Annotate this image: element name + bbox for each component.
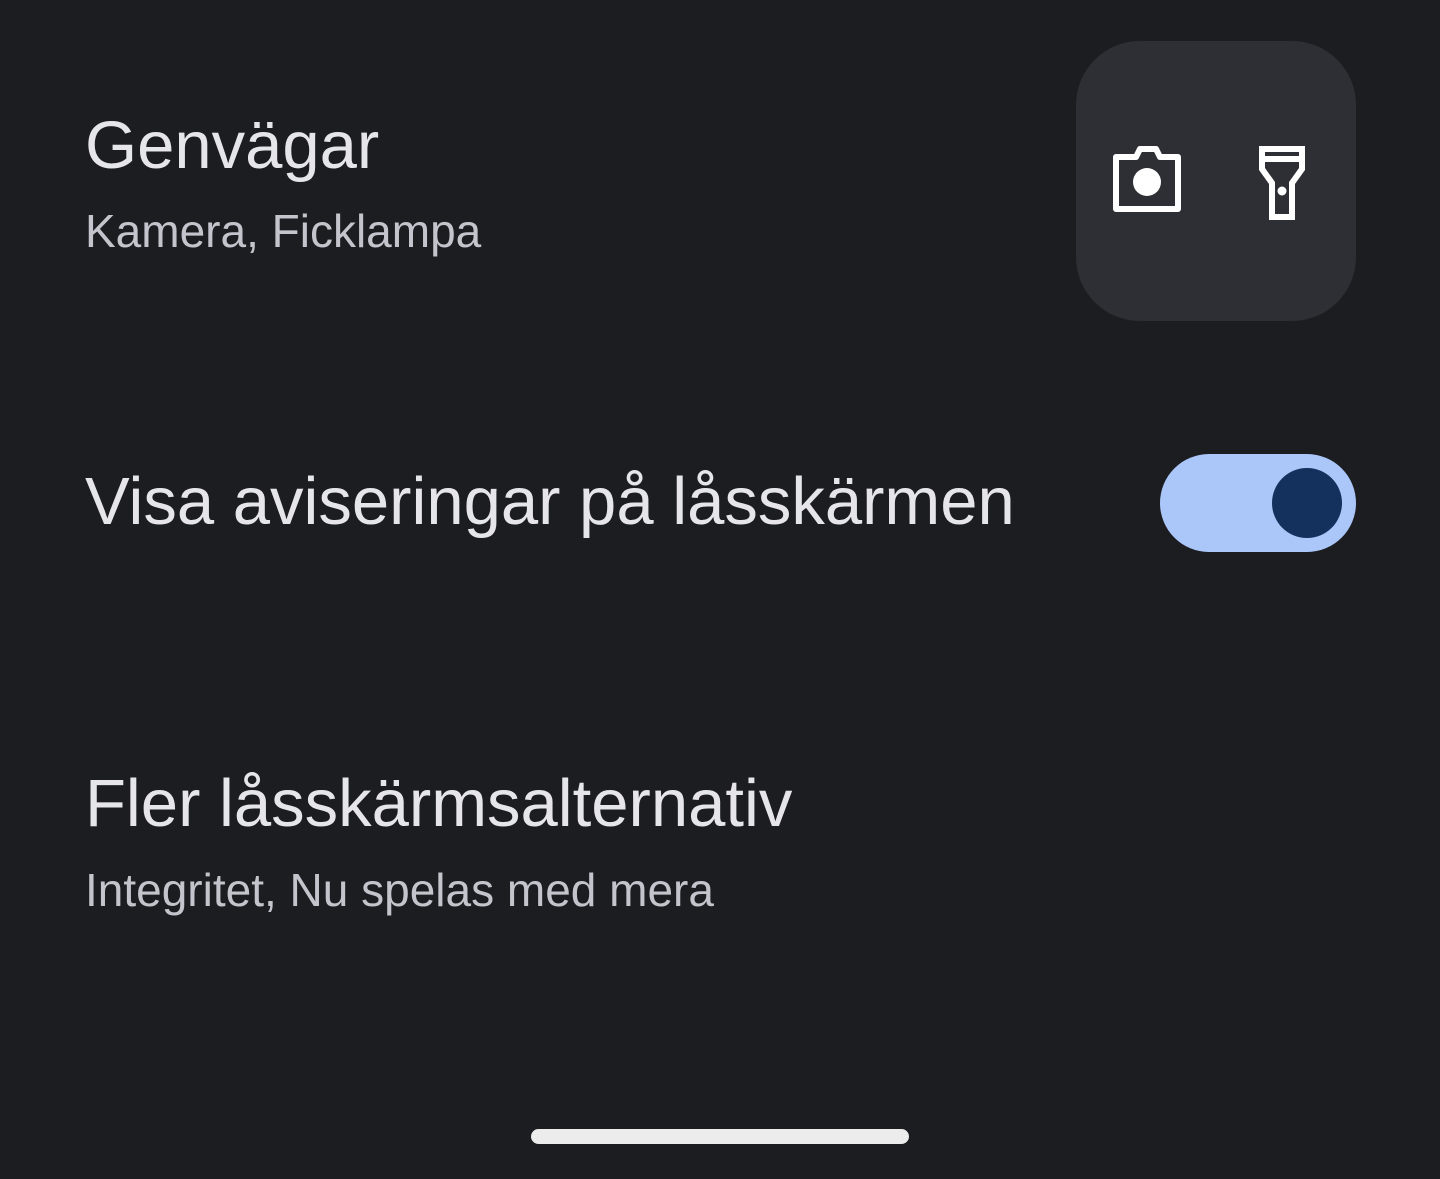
shortcuts-preview[interactable] [1076, 41, 1356, 321]
shortcuts-setting[interactable]: Genvägar Kamera, Ficklampa [0, 40, 1440, 322]
more-options-subtitle: Integritet, Nu spelas med mera [85, 864, 714, 916]
more-options-title: Fler låsskärmsalternativ [85, 766, 793, 841]
camera-icon [1113, 146, 1181, 212]
shortcuts-title: Genvägar [85, 108, 380, 183]
shortcuts-subtitle: Kamera, Ficklampa [85, 205, 482, 257]
lockscreen-notifications-setting[interactable]: Visa aviseringar på låsskärmen [0, 430, 1440, 575]
notifications-toggle[interactable] [1160, 454, 1356, 552]
toggle-thumb [1272, 468, 1342, 538]
flashlight-icon [1259, 146, 1305, 220]
notifications-title: Visa aviseringar på låsskärmen [85, 464, 1015, 539]
more-lockscreen-options[interactable]: Fler låsskärmsalternativ Integritet, Nu … [0, 740, 1440, 940]
home-indicator[interactable] [531, 1129, 909, 1144]
lock-screen-settings: Genvägar Kamera, Ficklampa Visa aviserin… [0, 0, 1440, 1179]
